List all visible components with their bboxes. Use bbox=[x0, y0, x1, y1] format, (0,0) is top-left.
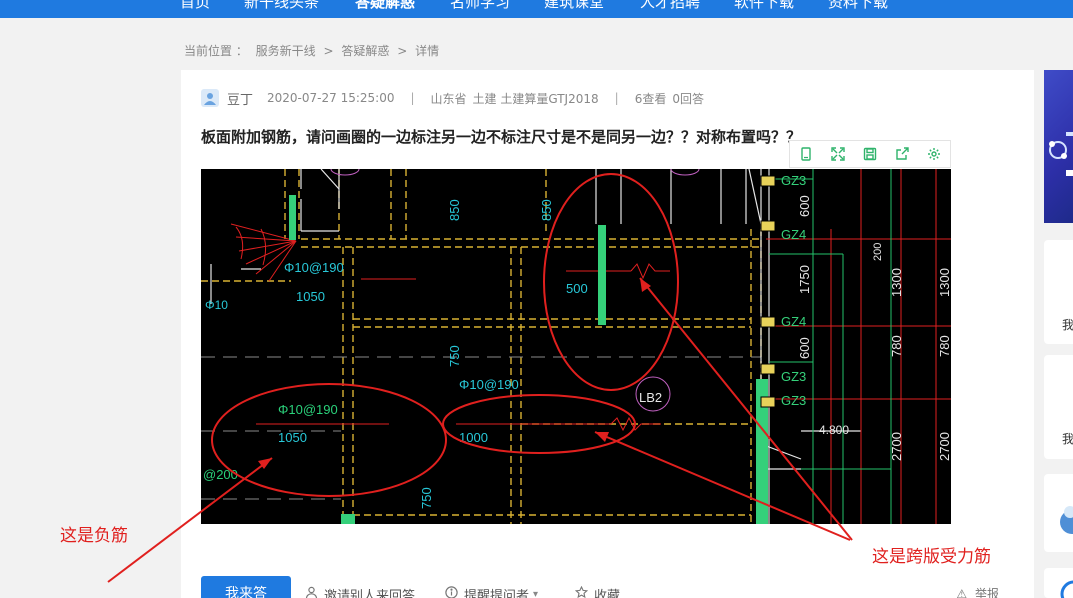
cad-dim-750b: 750 bbox=[419, 487, 434, 509]
cad-gz3-b: GZ3 bbox=[781, 369, 806, 384]
cad-dim-750a: 750 bbox=[447, 345, 462, 367]
breadcrumb-item-qa[interactable]: 答疑解惑 bbox=[341, 44, 389, 58]
sidebar-card-text: 我 bbox=[1062, 318, 1073, 332]
cad-phi-label: Φ10 bbox=[205, 298, 228, 312]
nav-item-home[interactable]: 首页 bbox=[180, 0, 210, 12]
cad-dim-1000: 1000 bbox=[459, 430, 488, 445]
report-action[interactable]: ⚠ 举报 bbox=[956, 585, 999, 598]
breadcrumb-separator: > bbox=[397, 44, 408, 58]
chevron-down-icon: ▾ bbox=[533, 589, 539, 598]
breadcrumb-item-detail: 详情 bbox=[415, 44, 440, 58]
nav-item-headlines[interactable]: 新干线头条 bbox=[244, 0, 319, 12]
invite-action[interactable]: 邀请别人来回答 bbox=[305, 585, 415, 598]
sidebar-card[interactable]: 我 bbox=[1044, 355, 1073, 459]
breadcrumb-item-service[interactable]: 服务新干线 bbox=[256, 44, 316, 58]
category: 土建 土建算量GTJ2018 bbox=[472, 91, 599, 106]
post-datetime: 2020-07-27 15:25:00 bbox=[267, 91, 395, 105]
remind-action[interactable]: 提醒提问者 ▾ bbox=[445, 585, 538, 598]
info-icon bbox=[445, 586, 458, 598]
avatar[interactable] bbox=[201, 89, 219, 107]
remind-label: 提醒提问者 bbox=[464, 589, 530, 598]
cad-dim-850a: 850 bbox=[447, 199, 462, 221]
cad-dim-200: 200 bbox=[872, 243, 884, 261]
cad-rebar-label-2: Φ10@190 bbox=[459, 377, 519, 392]
star-icon bbox=[574, 585, 589, 598]
sidebar-card[interactable]: 我 bbox=[1044, 240, 1073, 344]
image-toolbar bbox=[789, 140, 951, 168]
question-card: 豆丁 2020-07-27 15:25:00 | 山东省 土建 土建算量GTJ2… bbox=[181, 70, 1034, 598]
top-nav: 首页 新干线头条 答疑解惑 名师学习 建筑课堂 人才招聘 软件下载 资料下载 bbox=[0, 0, 1073, 18]
question-meta: 豆丁 2020-07-27 15:25:00 | 山东省 土建 土建算量GTJ2… bbox=[201, 88, 704, 108]
nav-item-teachers[interactable]: 名师学习 bbox=[450, 0, 510, 12]
fullscreen-icon[interactable] bbox=[827, 143, 849, 165]
invite-label: 邀请别人来回答 bbox=[324, 589, 416, 598]
cad-gz4-b: GZ4 bbox=[781, 314, 806, 329]
sidebar-banner[interactable] bbox=[1044, 70, 1073, 223]
warning-icon: ⚠ bbox=[956, 587, 968, 598]
nav-item-software[interactable]: 软件下载 bbox=[734, 0, 794, 12]
settings-icon[interactable] bbox=[923, 143, 945, 165]
divider: | bbox=[410, 91, 415, 105]
nav-item-qa[interactable]: 答疑解惑 bbox=[355, 0, 415, 12]
answer-button[interactable]: 我来答 bbox=[201, 576, 291, 598]
question-image[interactable]: Φ10@190 1050 Φ10 500 LB2 Φ10@190 Φ10@190… bbox=[201, 169, 951, 524]
sidebar-card-text: 我 bbox=[1062, 432, 1073, 446]
report-label: 举报 bbox=[974, 587, 999, 598]
cad-gz3-c: GZ3 bbox=[781, 393, 806, 408]
cad-dim-1750: 1750 bbox=[797, 265, 812, 294]
nav-item-classroom[interactable]: 建筑课堂 bbox=[544, 0, 604, 12]
cad-dim-2700b: 2700 bbox=[937, 432, 951, 461]
region: 山东省 bbox=[430, 91, 467, 106]
view-count: 6查看 bbox=[634, 91, 667, 106]
cad-gz4-a: GZ4 bbox=[781, 227, 806, 242]
cad-length-label-1: 1050 bbox=[296, 289, 325, 304]
share-icon[interactable] bbox=[891, 143, 913, 165]
annotation-negative-rebar: 这是负筋 bbox=[60, 526, 128, 546]
breadcrumb: 当前位置 ： 服务新干线 > 答疑解惑 > 详情 bbox=[184, 42, 443, 59]
cad-dim-780a: 780 bbox=[889, 335, 904, 357]
cad-dim-600a: 600 bbox=[797, 195, 812, 217]
cad-dim-500: 500 bbox=[566, 281, 588, 296]
cad-gz3-top: GZ3 bbox=[781, 173, 806, 188]
cad-dim-850b: 850 bbox=[539, 199, 554, 221]
cad-dim-1300b: 1300 bbox=[937, 268, 951, 297]
sidebar-card[interactable] bbox=[1044, 474, 1073, 552]
cad-dim-1300a: 1300 bbox=[889, 268, 904, 297]
author-name[interactable]: 豆丁 bbox=[227, 89, 253, 108]
cad-dim-2700a: 2700 bbox=[889, 432, 904, 461]
cad-elevation: 4.800 bbox=[819, 423, 849, 437]
cad-rebar-label-2b: Φ10@190 bbox=[278, 402, 338, 417]
annotation-span-rebar: 这是跨版受力筋 bbox=[872, 547, 991, 567]
cad-length-label-2: 1050 bbox=[278, 430, 307, 445]
nav-item-jobs[interactable]: 人才招聘 bbox=[640, 0, 700, 12]
answer-count: 0回答 bbox=[672, 91, 704, 106]
cad-rebar-label-1: Φ10@190 bbox=[284, 260, 344, 275]
action-bar: 我来答 邀请别人来回答 提醒提问者 ▾ 收藏 ⚠ 举报 bbox=[201, 576, 1021, 598]
person-icon bbox=[305, 586, 318, 598]
favorite-label: 收藏 bbox=[594, 589, 621, 598]
user-icon bbox=[204, 93, 216, 105]
mobile-icon[interactable] bbox=[795, 143, 817, 165]
sidebar-card[interactable] bbox=[1044, 568, 1073, 598]
cad-at200-label: @200 bbox=[203, 467, 238, 482]
save-icon[interactable] bbox=[859, 143, 881, 165]
nav-item-docs[interactable]: 资料下载 bbox=[828, 0, 888, 12]
cad-dim-780b: 780 bbox=[937, 335, 951, 357]
cad-dim-600b: 600 bbox=[797, 337, 812, 359]
divider: | bbox=[614, 91, 619, 105]
favorite-action[interactable]: 收藏 bbox=[574, 585, 621, 598]
cad-lb2-label: LB2 bbox=[639, 390, 662, 405]
breadcrumb-prefix: 当前位置 ： bbox=[184, 44, 248, 58]
breadcrumb-separator: > bbox=[323, 44, 334, 58]
question-title: 板面附加钢筋，请问画圈的一边标注另一边不标注尺寸是不是同另一边？？对称布置吗？？ bbox=[201, 128, 802, 146]
